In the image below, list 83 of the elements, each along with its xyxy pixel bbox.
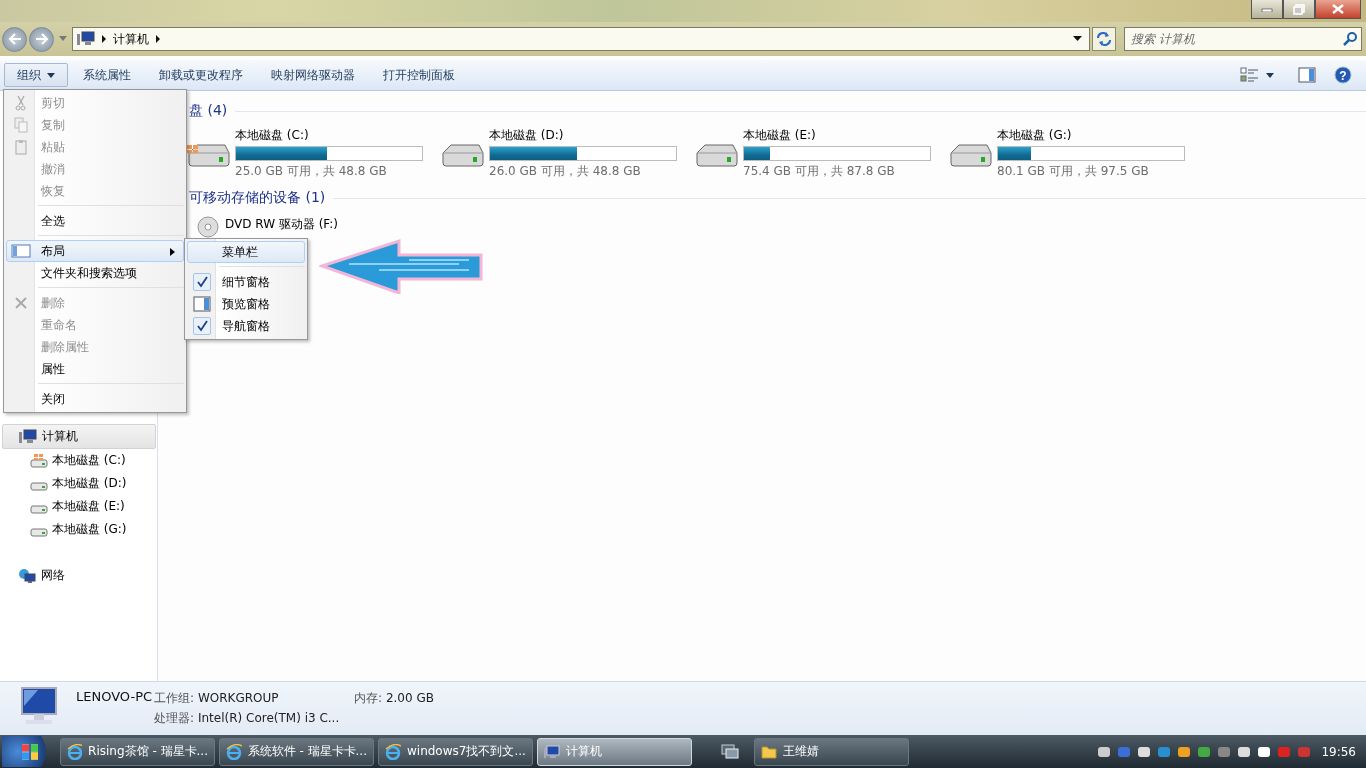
taskbar-button[interactable]: Rising茶馆 - 瑞星卡... [60, 737, 215, 766]
forward-button[interactable] [29, 26, 54, 52]
browser-icon [385, 743, 401, 760]
menu-item[interactable]: 属性 [6, 358, 184, 380]
back-arrow-icon [7, 33, 22, 45]
taskbar-button[interactable]: 王维婧 [754, 737, 909, 766]
menu-item[interactable]: 菜单栏 [187, 241, 305, 263]
nav-item[interactable]: 本地磁盘 (C:) [0, 449, 157, 472]
view-options-icon[interactable] [1240, 67, 1260, 83]
layout-icon [11, 244, 31, 258]
view-caret-icon[interactable] [1266, 72, 1274, 78]
menu-item[interactable]: 布局 [6, 240, 184, 262]
browser-icon [226, 743, 242, 760]
drive-capacity-text: 25.0 GB 可用，共 48.8 GB [235, 163, 388, 180]
drive-name[interactable]: DVD RW 驱动器 (F:) [225, 216, 338, 233]
preview-pane-icon[interactable] [1298, 67, 1316, 83]
nav-item[interactable]: 本地磁盘 (G:) [0, 518, 157, 541]
toolbar-button[interactable]: 卸载或更改程序 [146, 63, 256, 87]
nav-item[interactable]: 网络 [0, 564, 157, 587]
toolbar-button[interactable]: 映射网络驱动器 [258, 63, 368, 87]
system-drive-icon [30, 453, 48, 468]
clipboard-icon [15, 139, 27, 155]
caret-icon [47, 72, 55, 78]
windows-icon [721, 743, 739, 760]
close-button[interactable] [1315, 0, 1361, 19]
computer-icon [77, 31, 95, 47]
windows-logo-icon [22, 743, 38, 760]
search-icon[interactable] [1343, 32, 1357, 46]
scissors-icon [15, 95, 27, 111]
drive-capacity-text: 80.1 GB 可用，共 97.5 GB [997, 163, 1150, 180]
tray-icon[interactable] [1137, 744, 1152, 759]
submenu-arrow-icon [170, 248, 175, 256]
taskbar-button[interactable]: 系统软件 - 瑞星卡卡... [219, 737, 374, 766]
clock[interactable]: 19:56 [1321, 744, 1356, 759]
toolbar-button[interactable]: 打开控制面板 [370, 63, 468, 87]
toolbar-button[interactable]: 组织 [4, 63, 68, 87]
menu-item[interactable]: 全选 [6, 210, 184, 232]
drive-name[interactable]: 本地磁盘 (D:) [489, 127, 677, 144]
delete-icon [14, 296, 28, 310]
menu-item[interactable]: 导航窗格 [187, 315, 305, 337]
menu-item[interactable]: 预览窗格 [187, 293, 305, 315]
group-heading: 盘 (4) [188, 102, 228, 120]
detail-field: 处理器: Intel(R) Core(TM) i3 C... [154, 710, 355, 727]
address-field[interactable]: 计算机 [72, 27, 1090, 51]
forward-arrow-icon [34, 33, 49, 45]
tray-icon[interactable] [1177, 744, 1192, 759]
browser-icon [67, 743, 83, 760]
chevron-icon[interactable] [101, 35, 107, 43]
detail-field: 内存: 2.00 GB [354, 690, 555, 707]
drive-capacity-text: 75.4 GB 可用，共 87.8 GB [743, 163, 896, 180]
toolbar-button[interactable]: 系统属性 [70, 63, 144, 87]
chevron-icon[interactable] [155, 35, 161, 43]
network-icon [18, 567, 36, 584]
group-heading: 可移动存储的设备 (1) [188, 189, 326, 207]
drive-name[interactable]: 本地磁盘 (C:) [235, 127, 423, 144]
computer-icon [544, 744, 560, 759]
nav-item[interactable]: 本地磁盘 (E:) [0, 495, 157, 518]
drive-capacity-text: 26.0 GB 可用，共 48.8 GB [489, 163, 642, 180]
copy-icon [14, 117, 28, 133]
folder-icon [761, 744, 777, 759]
restore-icon [1293, 3, 1305, 15]
drive-name[interactable]: 本地磁盘 (E:) [743, 127, 931, 144]
menu-item[interactable]: 关闭 [6, 388, 184, 410]
minimize-button[interactable] [1251, 0, 1283, 19]
history-caret-icon[interactable] [59, 36, 67, 42]
computer-icon [19, 429, 37, 444]
menu-item[interactable]: 文件夹和搜索选项 [6, 262, 184, 284]
detail-field: 工作组: WORKGROUP [154, 690, 355, 707]
drive-name[interactable]: 本地磁盘 (G:) [997, 127, 1185, 144]
help-icon[interactable]: ? [1334, 66, 1352, 84]
menu-item[interactable]: 细节窗格 [187, 271, 305, 293]
close-icon [1332, 4, 1344, 14]
refresh-button[interactable] [1092, 27, 1116, 51]
breadcrumb-item[interactable]: 计算机 [113, 30, 149, 48]
computer-name: LENOVO-PC [76, 689, 153, 704]
minimize-icon [1261, 6, 1273, 12]
taskbar-button[interactable]: windows7找不到文... [378, 737, 533, 766]
dropdown-caret-icon[interactable] [1073, 36, 1083, 42]
search-field[interactable]: 搜索 计算机 [1124, 27, 1362, 51]
restore-button[interactable] [1283, 0, 1315, 19]
back-button[interactable] [2, 26, 27, 52]
nav-item[interactable]: 计算机 [2, 424, 156, 449]
nav-item[interactable]: 本地磁盘 (D:) [0, 472, 157, 495]
